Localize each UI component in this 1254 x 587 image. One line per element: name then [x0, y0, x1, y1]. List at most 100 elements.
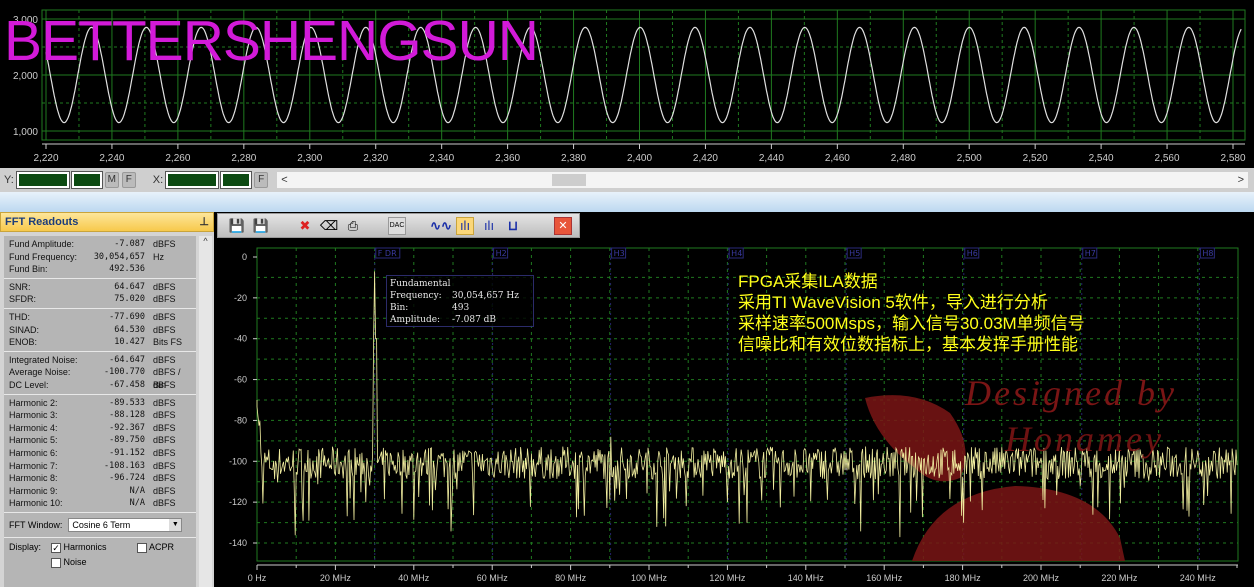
readout-row: Harmonic 2: -89.533 dBFS	[9, 397, 196, 410]
scroll-right-arrow[interactable]: >	[1238, 172, 1244, 188]
horizontal-scrollbar[interactable]: < >	[277, 172, 1248, 188]
scroll-thumb[interactable]	[552, 174, 587, 186]
pin-icon[interactable]: ⊥	[199, 213, 209, 231]
readout-label: Harmonic 10:	[9, 498, 63, 509]
readout-label: ENOB:	[9, 337, 38, 348]
readout-row: Harmonic 4: -92.367 dBFS	[9, 422, 196, 435]
y-tick-label: -140	[229, 538, 247, 548]
x-tick-label: 2,480	[891, 153, 916, 164]
readout-row: Harmonic 10: N/A dBFS	[9, 497, 196, 510]
x-tick-label: 2,280	[231, 153, 256, 164]
clear-marker-icon[interactable]: ✖	[296, 217, 314, 235]
y-tick-label: 1,000	[13, 127, 38, 138]
harmonic-marker-label: H5	[849, 249, 860, 258]
x-tick-label: 2,400	[627, 153, 652, 164]
watermark-line-1: Designed by	[965, 373, 1177, 413]
display-options: Display: ✓ Harmonics ACPR Noise	[4, 538, 196, 578]
readout-value: -92.367	[109, 422, 145, 433]
readout-value: -64.647	[109, 354, 145, 365]
readout-row: Integrated Noise: -64.647 dBFS	[9, 354, 196, 367]
save-icon[interactable]: 💾	[228, 217, 246, 235]
readout-label: Fund Bin:	[9, 264, 48, 275]
readout-row: Fund Frequency: 30,054,657 Hz	[9, 251, 196, 264]
print-icon[interactable]: ⎙	[344, 217, 362, 235]
fft-alt-icon[interactable]: ılı	[480, 217, 498, 235]
plot-controls: Y: M F X: F < >	[0, 168, 1254, 192]
readout-label: Fund Amplitude:	[9, 239, 75, 249]
x-tick-label: 2,260	[165, 153, 190, 164]
readout-row: SNR: 64.647 dBFS	[9, 281, 196, 294]
x-tick-label: 240 MHz	[1180, 573, 1217, 583]
y-tick-label: 0	[242, 252, 247, 262]
y-display-2	[70, 171, 103, 189]
readout-group: SNR: 64.647 dBFS SFDR: 75.020 dBFS	[4, 279, 196, 309]
readout-label: Harmonic 6:	[9, 447, 58, 458]
eraser-icon[interactable]: ⌫	[320, 217, 338, 235]
readout-group: Fund Amplitude: -7.087 dBFS Fund Frequency:…	[4, 236, 196, 279]
harmonic-marker-label: H7	[1085, 249, 1096, 258]
readout-unit: dBFS	[153, 324, 176, 335]
acpr-box[interactable]	[137, 542, 147, 553]
acpr-label: ACPR	[149, 541, 175, 552]
fft-toolbar: 💾 💾 ✖ ⌫ ⎙ DAC ∿∿ ılı ılı ⊔ ✕	[217, 213, 580, 238]
x-tick-label: 2,440	[759, 153, 784, 164]
window-icon[interactable]: ⊔	[504, 217, 522, 235]
readout-value: -108.163	[104, 460, 145, 471]
readout-value: 75.020	[114, 294, 145, 305]
readout-row: ENOB: 10.427 Bits FS	[9, 336, 196, 349]
harmonics-checkbox[interactable]: ✓ Harmonics	[51, 542, 107, 553]
readout-unit: Bits FS	[153, 337, 183, 348]
y-label: Y:	[4, 174, 14, 186]
readout-value: -100.770	[104, 367, 145, 378]
annotation-line: 信噪比和有效位数指标上，基本发挥手册性能	[738, 335, 1078, 354]
readout-unit	[153, 263, 196, 276]
readout-label: Harmonic 5:	[9, 435, 58, 446]
x-tick-label: 2,460	[825, 153, 850, 164]
x-tick-label: 2,360	[495, 153, 520, 164]
harmonic-marker-label: H8	[1202, 249, 1213, 258]
readout-row: Harmonic 9: N/A dBFS	[9, 485, 196, 498]
close-icon[interactable]: ✕	[554, 216, 572, 235]
x-tick-label: 2,320	[363, 153, 388, 164]
fft-icon[interactable]: ılı	[456, 216, 474, 235]
y-m-button[interactable]: M	[104, 172, 119, 188]
readout-row: DC Level: -67.458 dBFS	[9, 379, 196, 392]
save-as-icon[interactable]: 💾	[252, 217, 270, 235]
tooltip-value: 493	[452, 303, 470, 313]
annotation-line: 采用TI WaveVision 5软件，导入进行分析	[738, 293, 1048, 312]
x-tick-label: 160 MHz	[866, 573, 903, 583]
x-tick-label: 200 MHz	[1023, 573, 1060, 583]
x-tick-label: 2,520	[1023, 153, 1048, 164]
readout-label: Harmonic 3:	[9, 410, 58, 421]
harmonic-marker-label: H6	[967, 249, 978, 258]
tooltip-title: Fundamental	[390, 279, 451, 289]
x-f-button[interactable]: F	[254, 172, 269, 188]
noise-box[interactable]	[51, 557, 61, 568]
scroll-left-arrow[interactable]: <	[281, 174, 287, 186]
readout-value: 10.427	[114, 337, 145, 348]
acpr-checkbox[interactable]: ACPR	[137, 542, 174, 553]
noise-checkbox[interactable]: Noise	[51, 557, 87, 568]
panel-scrollbar[interactable]: ^	[199, 236, 212, 587]
readout-row: Harmonic 7: -108.163 dBFS	[9, 460, 196, 473]
annotation-text: FPGA采集ILA数据 采用TI WaveVision 5软件，导入进行分析 采…	[738, 271, 1085, 355]
dac-icon[interactable]: DAC	[388, 216, 406, 235]
harmonic-marker-label: H4	[731, 249, 742, 258]
checkmark-icon[interactable]: ✓	[51, 542, 61, 553]
y-f-button[interactable]: F	[121, 172, 136, 188]
annotation-line: 采样速率500Msps，输入信号30.03M单频信号	[738, 314, 1085, 333]
readout-row: SINAD: 64.530 dBFS	[9, 324, 196, 337]
x-tick-label: 40 MHz	[398, 573, 430, 583]
x-tick-label: 2,240	[99, 153, 124, 164]
fft-window-select[interactable]: Cosine 6 Term ▼	[68, 517, 183, 532]
noise-label: Noise	[63, 556, 87, 567]
fft-plot: F DR H2 H3 H4 H5 H6 H7 H8 0 -20 -40 -60 -80 -100 -120 -…	[215, 238, 1254, 587]
time-domain-icon[interactable]: ∿∿	[430, 217, 452, 235]
readout-value: -67.458	[109, 379, 145, 390]
x-tick-label: 2,420	[693, 153, 718, 164]
readout-unit: dBFS / Bin	[153, 367, 181, 390]
readout-label: Harmonic 9:	[9, 485, 58, 496]
annotation-line: FPGA采集ILA数据	[738, 272, 878, 291]
chevron-down-icon[interactable]: ▼	[169, 518, 182, 531]
x-tick-label: 2,220	[33, 153, 58, 164]
